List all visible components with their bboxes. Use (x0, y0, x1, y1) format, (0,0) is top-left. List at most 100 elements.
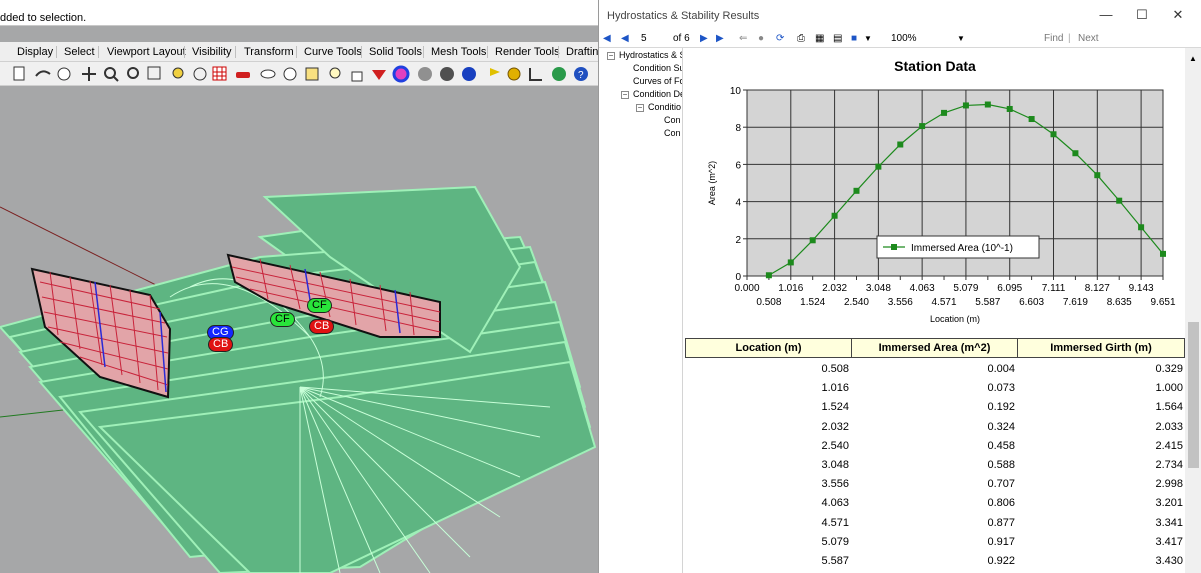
tab-separator (361, 46, 362, 58)
close-button[interactable]: ✕ (1171, 8, 1185, 22)
data-point (1138, 224, 1145, 231)
collapse-icon[interactable]: − (621, 91, 629, 99)
find-link[interactable]: Find (1044, 32, 1063, 46)
table-cell: 2.033 (1155, 420, 1183, 433)
last-page-icon[interactable]: ▶ (716, 32, 724, 46)
next-link[interactable]: Next (1078, 32, 1099, 46)
tab-curve-tools[interactable]: Curve Tools (304, 46, 362, 58)
stop-icon[interactable]: ● (758, 32, 764, 46)
table-cell: 3.201 (1155, 497, 1183, 510)
table-cell: 0.324 (987, 420, 1015, 433)
eye-icon[interactable] (260, 69, 276, 79)
perspective-viewport[interactable]: CG CB CF CF CB (0, 87, 600, 573)
x-tick-label-bottom: 7.619 (1063, 297, 1088, 308)
zoom-icon[interactable] (104, 67, 119, 82)
grid-icon[interactable] (212, 66, 227, 81)
tree-item-curves-of-form[interactable]: Curves of Fo (633, 76, 682, 87)
zoom-selected-icon[interactable] (172, 67, 184, 79)
waterplane-stack (0, 185, 597, 573)
gears-icon[interactable] (507, 67, 521, 81)
zoom-chevron-down-icon[interactable]: ▼ (957, 32, 965, 46)
table-cell: 4.571 (821, 516, 849, 529)
bulb-icon[interactable] (329, 67, 341, 79)
zoom-select[interactable]: 100% (885, 31, 967, 46)
x-tick-label-top: 5.079 (953, 283, 978, 294)
y-tick-label: 4 (735, 198, 741, 209)
tab-display[interactable]: Display (17, 46, 53, 58)
tab-transform[interactable]: Transform (244, 46, 294, 58)
data-point (897, 141, 904, 148)
light-icon[interactable] (283, 67, 297, 81)
page-number-input[interactable]: 5 (637, 31, 665, 46)
table-cell: 5.587 (821, 555, 849, 567)
new-file-icon[interactable] (13, 66, 25, 81)
tree-item-condition[interactable]: Conditio (648, 102, 681, 113)
print-icon[interactable]: ⎙ (797, 32, 805, 46)
tree-item-condition-summary[interactable]: Condition Su (633, 63, 682, 74)
back-icon[interactable]: ⇐ (739, 32, 747, 46)
tab-visibility[interactable]: Visibility (192, 46, 232, 58)
x-tick-label-bottom: 0.508 (756, 297, 781, 308)
shaded-sphere-icon[interactable] (440, 67, 454, 81)
blue-sphere-icon[interactable] (462, 67, 476, 81)
tab-separator (487, 46, 488, 58)
undo-icon[interactable] (35, 70, 51, 77)
x-tick-label-top: 6.095 (997, 283, 1022, 294)
color-wheel-icon[interactable] (392, 65, 410, 83)
tab-separator (235, 46, 236, 58)
car-paint-icon[interactable] (372, 70, 386, 80)
tab-select[interactable]: Select (64, 46, 95, 58)
help-icon[interactable]: ? (574, 67, 588, 81)
tree-item-hydrostatics[interactable]: Hydrostatics & S (619, 50, 682, 61)
export-dropdown-icon[interactable]: ▼ (864, 32, 872, 46)
zoom-window-icon[interactable] (127, 67, 139, 79)
gray-sphere-icon[interactable] (418, 67, 432, 81)
table-cell: 1.016 (821, 382, 849, 395)
tab-mesh-tools[interactable]: Mesh Tools (431, 46, 486, 58)
minimize-button[interactable]: — (1099, 8, 1113, 22)
rotate-view-icon[interactable] (193, 67, 207, 81)
table-cell: 0.004 (987, 363, 1015, 375)
tree-item-con-2[interactable]: Con (664, 128, 681, 139)
tree-item-con-1[interactable]: Con (664, 115, 681, 126)
pan-icon[interactable] (57, 67, 71, 81)
scrollbar-thumb[interactable] (1188, 322, 1199, 468)
tab-separator (558, 46, 559, 58)
scroll-up-icon[interactable]: ▲ (1189, 52, 1197, 66)
named-view-icon[interactable] (305, 67, 319, 81)
x-tick-label-top: 7.111 (1042, 283, 1066, 294)
table-row: 1.524 0.192 1.564 (685, 398, 1185, 417)
table-row: 1.016 0.073 1.000 (685, 379, 1185, 398)
export-icon[interactable]: ■ (851, 32, 857, 46)
globe-icon[interactable] (552, 67, 566, 81)
page-setup-icon[interactable]: ▤ (833, 32, 842, 46)
data-point (831, 212, 838, 219)
collapse-icon[interactable]: − (607, 52, 615, 60)
car-icon[interactable] (236, 72, 250, 78)
table-row: 2.032 0.324 2.033 (685, 418, 1185, 437)
maximize-button[interactable]: ☐ (1135, 8, 1149, 22)
window-title: Hydrostatics & Stability Results (607, 10, 760, 22)
previous-page-icon[interactable]: ◀ (621, 32, 629, 46)
tab-render-tools[interactable]: Render Tools (495, 46, 560, 58)
collapse-icon[interactable]: − (636, 104, 644, 112)
hydrostatics-window: Hydrostatics & Stability Results — ☐ ✕ ◀… (598, 0, 1201, 573)
print-layout-icon[interactable]: ▦ (815, 32, 824, 46)
first-page-icon[interactable]: ◀ (603, 32, 611, 46)
lock-icon[interactable] (351, 71, 363, 82)
flag-icon[interactable] (490, 68, 500, 76)
legend-label: Immersed Area (10^-1) (911, 243, 1013, 254)
tab-viewport-layout[interactable]: Viewport Layout (107, 46, 186, 58)
x-tick-label-bottom: 8.635 (1107, 297, 1132, 308)
window-titlebar[interactable]: Hydrostatics & Stability Results — ☐ ✕ (599, 0, 1201, 30)
tab-solid-tools[interactable]: Solid Tools (369, 46, 422, 58)
axis-icon[interactable] (529, 68, 542, 81)
vertical-scrollbar[interactable]: ▲ (1185, 48, 1201, 573)
refresh-icon[interactable]: ⟳ (776, 32, 784, 46)
table-cell: 2.734 (1155, 459, 1183, 471)
tab-drafting[interactable]: Drafting (566, 46, 600, 58)
tree-item-condition-detail[interactable]: Condition De (633, 89, 682, 100)
next-page-icon[interactable]: ▶ (700, 32, 708, 46)
zoom-extents-icon[interactable] (147, 66, 161, 80)
move-icon[interactable] (82, 67, 96, 81)
